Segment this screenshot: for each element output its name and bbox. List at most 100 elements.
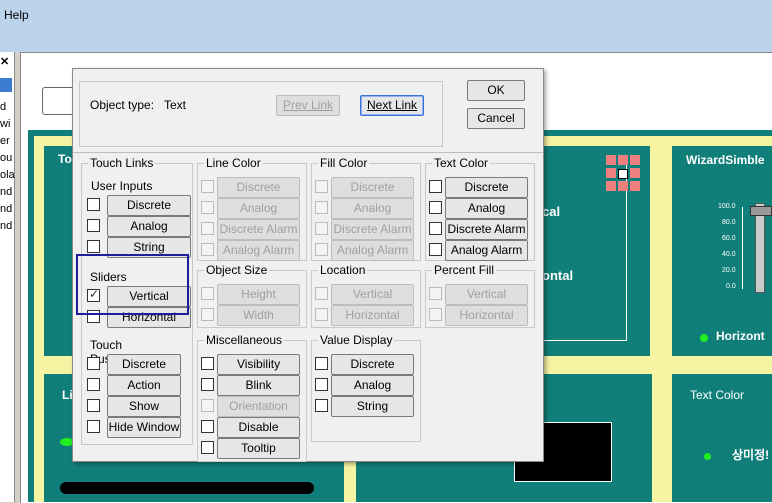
discrete-input-button[interactable]: Discrete	[107, 195, 191, 216]
percent-fill-horizontal-button[interactable]: Horizontal	[445, 305, 528, 326]
value-analog-checkbox[interactable]	[315, 378, 328, 391]
text-color-analog-button[interactable]: Analog	[445, 198, 528, 219]
line-color-analog-alarm-checkbox[interactable]	[201, 243, 214, 256]
text-color-discrete-checkbox[interactable]	[429, 180, 442, 193]
left-text-fragment: ola	[0, 169, 15, 181]
analog-input-button[interactable]: Analog	[107, 216, 191, 237]
led-icon	[700, 334, 708, 342]
tooltip-button[interactable]: Tooltip	[217, 438, 300, 459]
prev-link-button[interactable]: Prev Link	[276, 95, 340, 116]
separator	[73, 152, 543, 153]
line-color-discrete-checkbox[interactable]	[201, 180, 214, 193]
slider-thumb[interactable]	[750, 206, 772, 216]
panel-title-top-left: To	[58, 152, 72, 166]
ok-button[interactable]: OK	[467, 80, 525, 101]
height-button[interactable]: Height	[217, 284, 300, 305]
scale-label: 60.0	[722, 235, 736, 242]
show-window-checkbox[interactable]	[87, 399, 100, 412]
fill-color-analog-alarm-checkbox[interactable]	[315, 243, 328, 256]
fill-color-discrete-button[interactable]: Discrete	[331, 177, 414, 198]
fill-color-discrete-alarm-button[interactable]: Discrete Alarm	[331, 219, 414, 240]
canvas-text-cal: cal	[542, 204, 561, 219]
width-button[interactable]: Width	[217, 305, 300, 326]
action-button[interactable]: Action	[107, 375, 181, 396]
value-discrete-button[interactable]: Discrete	[331, 354, 414, 375]
location-horizontal-checkbox[interactable]	[315, 308, 328, 321]
text-color-discrete-button[interactable]: Discrete	[445, 177, 528, 198]
percent-fill-horizontal-checkbox[interactable]	[429, 308, 442, 321]
visibility-button[interactable]: Visibility	[217, 354, 300, 375]
canvas-text-ontal: ontal	[542, 268, 574, 283]
discrete-input-checkbox[interactable]	[87, 198, 100, 211]
orientation-checkbox[interactable]	[201, 399, 214, 412]
location-group: Location Vertical Horizontal	[311, 263, 421, 328]
value-string-button[interactable]: String	[331, 396, 414, 417]
selection-handles[interactable]	[606, 155, 640, 193]
text-color-discrete-alarm-button[interactable]: Discrete Alarm	[445, 219, 528, 240]
text-color-analog-alarm-button[interactable]: Analog Alarm	[445, 240, 528, 261]
discrete-value-checkbox[interactable]	[87, 357, 100, 370]
text-color-analog-alarm-checkbox[interactable]	[429, 243, 442, 256]
user-inputs-label: User Inputs	[91, 179, 153, 193]
string-input-checkbox[interactable]	[87, 240, 100, 253]
line-color-group: Line Color Discrete Analog Discrete Alar…	[197, 156, 307, 261]
text-color-analog-checkbox[interactable]	[429, 201, 442, 214]
fill-color-analog-checkbox[interactable]	[315, 201, 328, 214]
close-icon[interactable]: ✕	[0, 55, 9, 68]
value-string-checkbox[interactable]	[315, 399, 328, 412]
line-color-discrete-button[interactable]: Discrete	[217, 177, 300, 198]
height-checkbox[interactable]	[201, 287, 214, 300]
fill-color-discrete-checkbox[interactable]	[315, 180, 328, 193]
pane-tab[interactable]	[0, 78, 12, 92]
analog-input-checkbox[interactable]	[87, 219, 100, 232]
touch-links-caption: Touch Links	[88, 156, 156, 170]
menu-help[interactable]: Help	[4, 8, 29, 22]
hide-window-checkbox[interactable]	[87, 420, 100, 433]
action-checkbox[interactable]	[87, 378, 100, 391]
cancel-button[interactable]: Cancel	[467, 108, 525, 129]
disable-checkbox[interactable]	[201, 420, 214, 433]
menu-bar: Help	[0, 0, 772, 52]
blink-checkbox[interactable]	[201, 378, 214, 391]
next-link-button[interactable]: Next Link	[360, 95, 424, 116]
fill-color-discrete-alarm-checkbox[interactable]	[315, 222, 328, 235]
canvas-line	[540, 340, 627, 341]
line-color-analog-button[interactable]: Analog	[217, 198, 300, 219]
discrete-value-button[interactable]: Discrete Value	[107, 354, 181, 390]
visibility-checkbox[interactable]	[201, 357, 214, 370]
disable-button[interactable]: Disable	[217, 417, 300, 438]
percent-fill-vertical-button[interactable]: Vertical	[445, 284, 528, 305]
location-vertical-checkbox[interactable]	[315, 287, 328, 300]
fill-color-caption: Fill Color	[318, 156, 370, 170]
value-discrete-checkbox[interactable]	[315, 357, 328, 370]
location-horizontal-button[interactable]: Horizontal	[331, 305, 414, 326]
tooltip-checkbox[interactable]	[201, 441, 214, 454]
fill-color-analog-button[interactable]: Analog	[331, 198, 414, 219]
fill-color-analog-alarm-button[interactable]: Analog Alarm	[331, 240, 414, 261]
value-display-group: Value Display Discrete Analog String	[311, 333, 421, 442]
led-icon	[704, 453, 711, 460]
text-color-discrete-alarm-checkbox[interactable]	[429, 222, 442, 235]
wizard-title: WizardSimble	[686, 153, 765, 167]
location-caption: Location	[318, 263, 368, 277]
line-color-discrete-alarm-checkbox[interactable]	[201, 222, 214, 235]
left-text-fragment: nd	[0, 203, 13, 215]
hide-window-button[interactable]: Hide Window	[107, 417, 181, 438]
blink-button[interactable]: Blink	[217, 375, 300, 396]
percent-fill-vertical-checkbox[interactable]	[429, 287, 442, 300]
location-vertical-button[interactable]: Vertical	[331, 284, 414, 305]
line-color-discrete-alarm-button[interactable]: Discrete Alarm	[217, 219, 300, 240]
left-text-fragment: er	[0, 135, 10, 147]
value-analog-button[interactable]: Analog	[331, 375, 414, 396]
object-type-label: Object type:	[90, 98, 155, 112]
line-color-analog-checkbox[interactable]	[201, 201, 214, 214]
text-color-group: Text Color Discrete Analog Discrete Alar…	[425, 156, 535, 261]
width-checkbox[interactable]	[201, 308, 214, 321]
miscellaneous-caption: Miscellaneous	[204, 333, 285, 347]
percent-fill-group: Percent Fill Vertical Horizontal	[425, 263, 535, 328]
line-color-analog-alarm-button[interactable]: Analog Alarm	[217, 240, 300, 261]
text-color-caption: Text Color	[432, 156, 491, 170]
slider-scale: 100.0 80.0 60.0 40.0 20.0 0.0	[718, 203, 772, 293]
orientation-button[interactable]: Orientation	[217, 396, 300, 417]
show-window-button[interactable]: Show Window	[107, 396, 181, 432]
